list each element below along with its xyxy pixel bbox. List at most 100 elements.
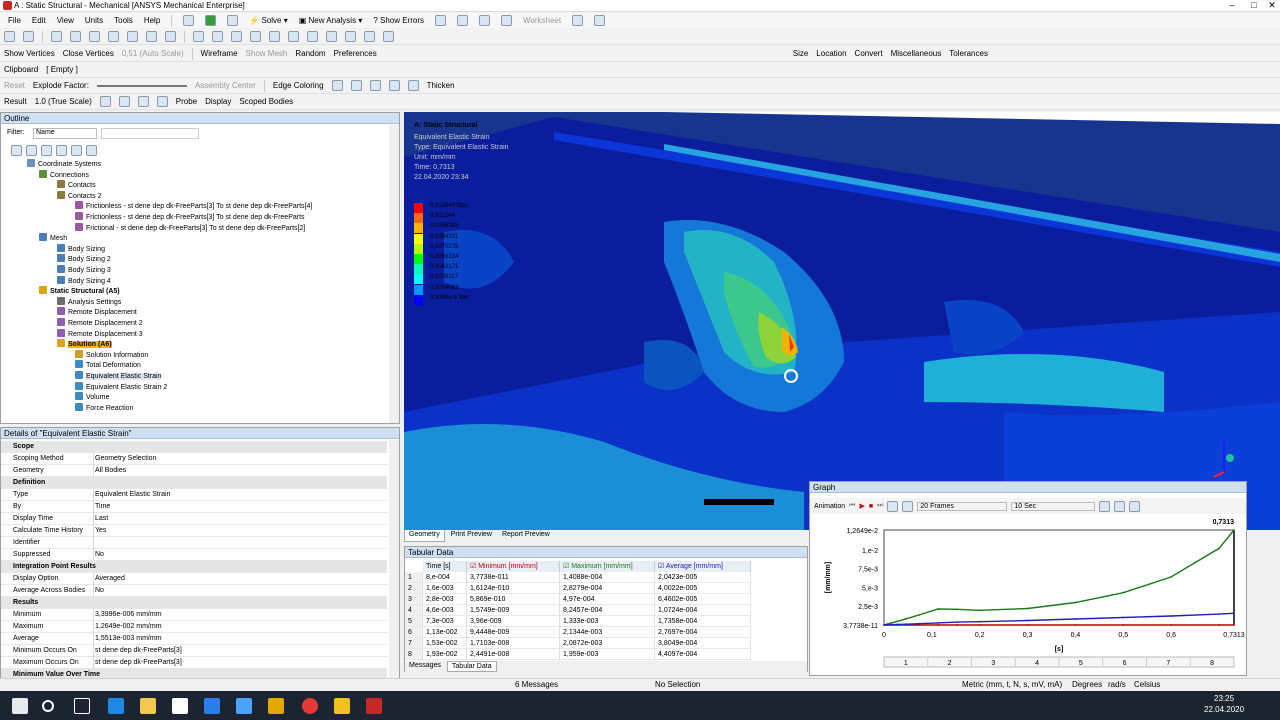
tab-messages[interactable]: Messages [405,661,445,672]
outline-scrollbar[interactable] [389,125,399,423]
close-vertices-button[interactable]: Close Vertices [63,49,114,58]
details-section[interactable]: Integration Point Results [1,561,387,573]
details-row[interactable]: By Time [1,501,387,513]
angle-status[interactable]: Degrees [1072,680,1102,689]
tree-collapse-icon[interactable] [56,145,67,156]
menu-units[interactable]: Units [85,16,103,25]
graphics-viewport[interactable]: A: Static Structural Equivalent Elastic … [404,112,1280,530]
details-row[interactable]: Maximum 1,2649e-002 mm/mm [1,621,387,633]
wireframe-button[interactable]: Wireframe [201,49,238,58]
contour-icon[interactable] [99,96,111,107]
menu-tools[interactable]: Tools [114,16,133,25]
tree-item[interactable]: Equivalent Elastic Strain [75,371,162,381]
scoped-bodies-dropdown[interactable]: Scoped Bodies [239,97,293,106]
chrome-icon[interactable] [302,698,318,714]
details-row[interactable]: Suppressed No [1,549,387,561]
play-icon[interactable]: ▶ [859,502,864,510]
color-icon[interactable] [137,96,149,107]
new-analysis-button[interactable]: ▣ New Analysis ▾ [299,16,363,25]
assembly-center-dropdown[interactable]: Assembly Center [195,81,256,90]
stop-icon[interactable]: ■ [869,503,873,510]
tolerances-button[interactable]: Tolerances [949,49,988,58]
element-select-icon[interactable] [146,31,157,42]
show-vertices-button[interactable]: Show Vertices [4,49,55,58]
pan-icon[interactable] [212,31,223,42]
tree-item[interactable]: Force Reaction [75,402,133,413]
temp-status[interactable]: Celsius [1134,680,1160,689]
tree-item[interactable]: Remote Displacement [57,307,137,317]
details-row[interactable]: Geometry All Bodies [1,465,387,477]
pointer-icon[interactable] [572,15,584,26]
chart-icon[interactable] [479,15,491,26]
tree-item[interactable]: Remote Displacement 2 [57,318,143,328]
node-select-icon[interactable] [127,31,138,42]
ansys-workbench-icon[interactable] [334,698,350,714]
vector-icon[interactable] [156,96,168,107]
task-view-icon[interactable] [74,698,90,714]
viewport-icon[interactable] [383,31,394,42]
edge-style-icon[interactable] [350,80,362,91]
worksheet-button[interactable]: Worksheet [523,16,561,25]
filter-dropdown[interactable]: Name [33,128,97,139]
file-explorer-icon[interactable] [140,698,156,714]
tab-report-preview[interactable]: Report Preview [498,530,554,542]
tree-icon[interactable] [227,15,239,26]
show-errors-button[interactable]: ? Show Errors [373,16,424,25]
help-icon[interactable] [594,15,606,26]
tab-print-preview[interactable]: Print Preview [447,530,496,542]
thicken-button[interactable]: Thicken [427,81,455,90]
select-icon[interactable] [4,31,15,42]
comment-icon[interactable] [457,15,469,26]
details-section[interactable]: Definition [1,477,387,489]
explode-slider[interactable] [96,84,187,87]
scale-dropdown[interactable]: 1.0 (True Scale) [35,97,92,106]
details-row[interactable]: Identifier [1,537,387,549]
details-row[interactable]: Display Time Last [1,513,387,525]
expand-icon[interactable] [11,145,22,156]
column-header[interactable]: ☑ Average [mm/mm] [655,561,751,572]
details-row[interactable]: Minimum 3,3996e-006 mm/mm [1,609,387,621]
folder-icon[interactable] [71,145,82,156]
previous-view-icon[interactable] [307,31,318,42]
location-button[interactable]: Location [816,49,846,58]
extend-icon[interactable] [165,31,176,42]
miscellaneous-button[interactable]: Miscellaneous [891,49,942,58]
clock-time[interactable]: 23:25 [1214,694,1234,703]
column-header[interactable]: ☑ Minimum [mm/mm] [467,561,560,572]
convert-button[interactable]: Convert [855,49,883,58]
show-mesh-button[interactable]: Show Mesh [246,49,288,58]
new-icon[interactable] [183,15,195,26]
edge-select-icon[interactable] [70,31,81,42]
magnifier-icon[interactable] [288,31,299,42]
rotate-icon[interactable] [193,31,204,42]
tree-item[interactable]: Coordinate Systems [27,159,101,169]
tree-item[interactable]: Solution (A6) [57,339,112,349]
column-header[interactable]: ☑ Maximum [mm/mm] [560,561,655,572]
tree-item[interactable]: Body Sizing 3 [57,265,111,275]
tree-item[interactable]: Frictional - st dene dep dk-FreeParts[3]… [75,222,305,233]
duration-dropdown[interactable]: 10 Sec [1011,501,1096,511]
details-row[interactable]: Calculate Time History Yes [1,525,387,537]
app-icon-yellow[interactable] [268,698,284,714]
details-section[interactable]: Scope [1,441,387,453]
result-sets-icon[interactable] [902,500,914,512]
sort-icon[interactable] [86,145,97,156]
store-icon[interactable] [172,698,188,714]
tree-item[interactable]: Body Sizing 2 [57,254,111,264]
legend-icon[interactable] [1129,500,1141,512]
zoom-icon[interactable] [231,31,242,42]
section-plane-icon[interactable] [364,31,375,42]
details-row[interactable]: Scoping Method Geometry Selection [1,453,387,465]
vertex-select-icon[interactable] [51,31,62,42]
random-button[interactable]: Random [295,49,325,58]
tree-item[interactable]: Contacts 2 [57,190,101,201]
check-icon[interactable] [205,15,217,26]
details-row[interactable]: Type Equivalent Elastic Strain [1,489,387,501]
edge-browser-icon[interactable] [108,698,124,714]
tab-geometry[interactable]: Geometry [404,530,445,542]
box-zoom-icon[interactable] [250,31,261,42]
column-header[interactable]: Time [s] [423,561,467,572]
collapse-icon[interactable] [26,145,37,156]
body-select-icon[interactable] [108,31,119,42]
edge-wire-icon[interactable] [369,80,381,91]
